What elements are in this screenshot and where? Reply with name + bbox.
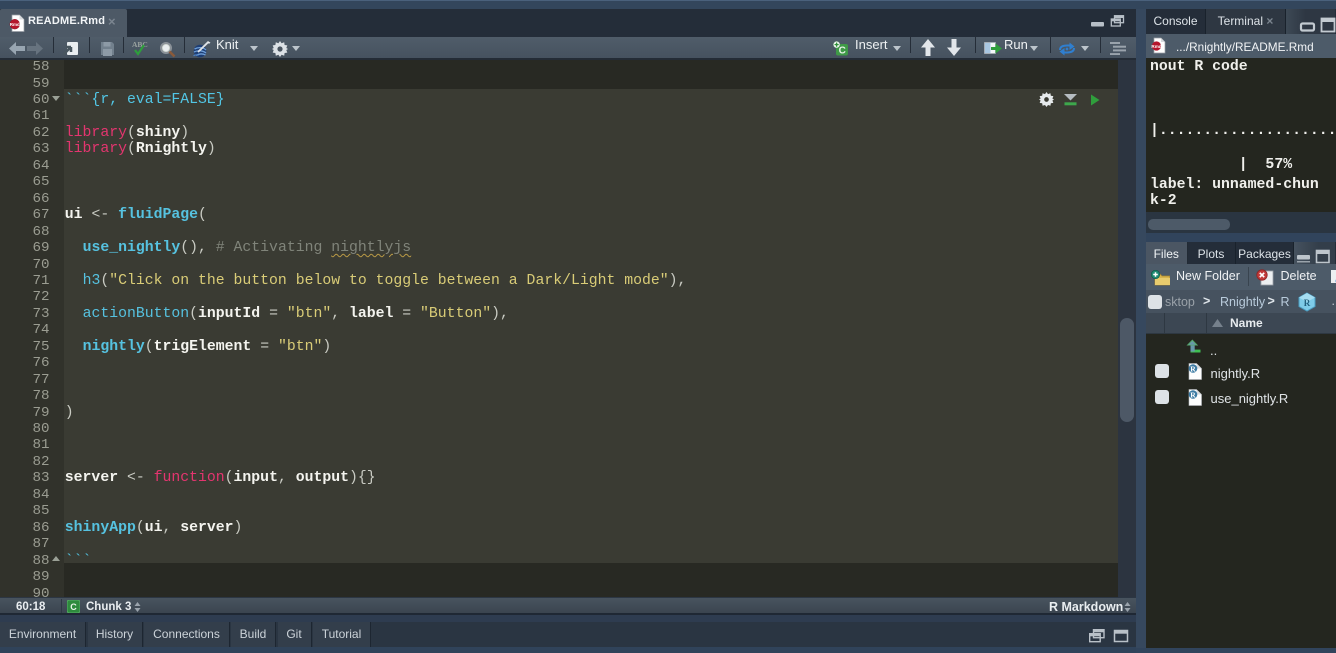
svg-text:Rmd: Rmd (10, 22, 20, 27)
svg-text:C: C (70, 602, 77, 612)
svg-text:R: R (1304, 298, 1311, 308)
svg-text:C: C (839, 46, 846, 56)
svg-text:ABC: ABC (132, 40, 148, 49)
svg-text:Rmd: Rmd (1151, 44, 1161, 49)
svg-text:R: R (1190, 390, 1196, 399)
svg-text:R: R (1190, 364, 1196, 373)
